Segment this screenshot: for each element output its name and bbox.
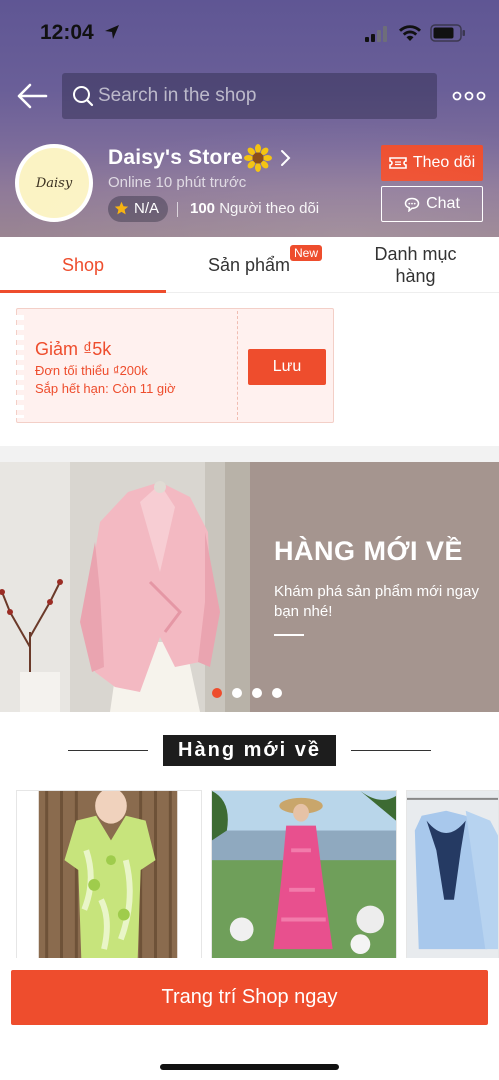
save-voucher-button[interactable]: Lưu: [248, 349, 326, 385]
voucher-min-order: Đơn tối thiểu ₫200k: [35, 363, 148, 378]
carousel-dots: [212, 688, 282, 698]
shop-avatar[interactable]: Daisy: [15, 144, 93, 222]
back-arrow-icon[interactable]: [16, 82, 48, 110]
home-indicator: [160, 1064, 339, 1070]
new-badge: New: [290, 245, 323, 261]
section-title-line-right: [351, 750, 431, 751]
carousel-dot[interactable]: [252, 688, 262, 698]
carousel-dot[interactable]: [212, 688, 222, 698]
sunflower-icon: [244, 144, 272, 172]
new-arrivals-title: Hàng mới về: [163, 735, 336, 766]
location-arrow-icon: [105, 25, 119, 39]
follower-label: Người theo dõi: [219, 200, 320, 217]
voucher-title: Giảm ₫5k: [35, 339, 112, 359]
rating-value: N/A: [134, 200, 160, 217]
tab-products-label: Sản phẩm: [207, 254, 291, 275]
wifi-icon: [399, 25, 421, 41]
carousel-dot[interactable]: [272, 688, 282, 698]
product-card[interactable]: [211, 790, 397, 960]
battery-icon: [430, 24, 465, 42]
voucher-zigzag-edge: [16, 315, 24, 418]
tab-shop-label: Shop: [61, 254, 105, 275]
chat-bubble-icon: [404, 197, 420, 212]
star-icon: [114, 201, 129, 215]
shop-logo: Daisy: [19, 148, 89, 218]
chat-button-label: Chat: [426, 195, 460, 212]
status-time: 12:04: [40, 21, 94, 44]
shop-logo-text: Daisy: [35, 175, 73, 191]
rating-badge: N/A: [108, 196, 168, 222]
product-image: [17, 791, 201, 959]
shop-search-box[interactable]: [62, 73, 437, 119]
follow-button[interactable]: Theo dõi: [381, 145, 483, 181]
shop-name[interactable]: Daisy's Store: [108, 146, 243, 170]
carousel-dot[interactable]: [232, 688, 242, 698]
more-options-icon[interactable]: [452, 86, 486, 106]
product-image: [407, 791, 498, 959]
chevron-right-icon[interactable]: [278, 149, 292, 167]
signal-icon: [365, 26, 387, 42]
section-title-line-left: [68, 750, 148, 751]
banner-photo: [0, 462, 250, 712]
tab-shop[interactable]: Shop: [0, 237, 166, 293]
tab-categories-label: Danh mục hàng: [374, 244, 457, 286]
banner-subtitle: Khám phá sản phẩm mới ngay bạn nhé!: [274, 583, 479, 620]
banner-underline: [274, 634, 304, 636]
ticket-icon: [389, 157, 407, 169]
voucher-divider: [237, 311, 238, 420]
shop-header: 12:04 Search in the shop Daisy Daisy's S…: [0, 0, 499, 237]
stat-divider: [177, 202, 178, 217]
status-bar: 12:04: [0, 0, 499, 62]
voucher-expiry: Sắp hết hạn: Còn 11 giờ: [35, 381, 176, 396]
online-status: Online 10 phút trước: [108, 174, 247, 191]
product-image: [212, 791, 396, 959]
follower-count: 100: [190, 200, 216, 217]
shop-tabs: Shop Sản phẩm New Danh mục hàng: [0, 237, 499, 293]
chat-button[interactable]: Chat: [381, 186, 483, 222]
follower-stat: 100 Người theo dõi: [190, 200, 319, 217]
search-input[interactable]: [98, 81, 428, 111]
search-icon: [73, 86, 94, 107]
decorate-shop-button[interactable]: Trang trí Shop ngay: [11, 970, 488, 1025]
product-card[interactable]: [406, 790, 499, 960]
product-card[interactable]: [16, 790, 202, 960]
follow-button-label: Theo dõi: [412, 154, 476, 171]
active-tab-indicator: [0, 290, 166, 293]
banner-headline: HÀNG MỚI VỀ: [274, 536, 464, 566]
voucher-card: Giảm ₫5k Đơn tối thiểu ₫200k Sắp hết hạn…: [16, 308, 334, 423]
tab-categories[interactable]: Danh mục hàng: [332, 237, 499, 293]
section-separator: [0, 446, 499, 462]
